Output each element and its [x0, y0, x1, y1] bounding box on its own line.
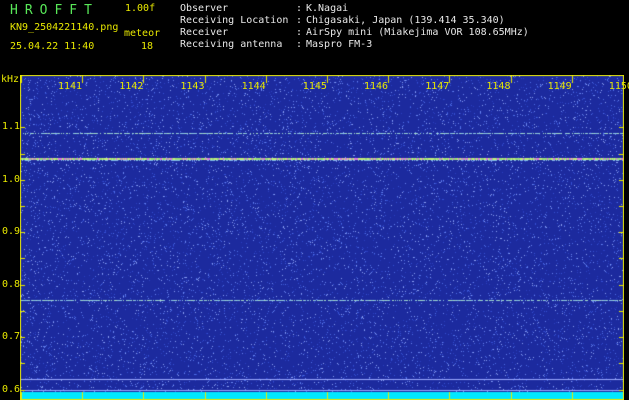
x-tick-label: 1145 — [302, 81, 327, 92]
y-tick-label: 0.8 — [2, 278, 21, 290]
date-time: 25.04.22 11:40 — [10, 41, 95, 52]
x-tick-label: 1141 — [58, 81, 83, 92]
x-tick-label: 1148 — [486, 81, 511, 92]
x-tick-label: 1149 — [547, 81, 572, 92]
separator: : — [296, 27, 303, 38]
antenna-label: Receiving antenna — [180, 39, 283, 50]
x-tick-label: 1150 — [608, 81, 629, 92]
x-tick-label: 1144 — [241, 81, 266, 92]
x-tick-label: 1147 — [425, 81, 450, 92]
file-name: KN9_2504221140.png — [10, 22, 119, 33]
mode-label: meteor — [124, 28, 161, 39]
separator: : — [296, 3, 303, 14]
x-tick-label: 1142 — [119, 81, 144, 92]
y-axis-unit: kHz — [1, 74, 20, 85]
antenna-value: Maspro FM-3 — [306, 39, 373, 50]
x-tick-label: 1146 — [364, 81, 389, 92]
y-tick-label: 1.0 — [2, 173, 21, 185]
y-tick-label: 1.1 — [2, 121, 21, 133]
meteor-count: 18 — [141, 41, 154, 52]
separator: : — [296, 15, 303, 26]
location-value: Chigasaki, Japan (139.414 35.340) — [306, 15, 505, 26]
y-tick-label: 0.7 — [2, 331, 21, 343]
app-title: HROFFT — [10, 3, 99, 18]
location-label: Receiving Location — [180, 15, 289, 26]
header-panel: HROFFT 1.00f KN9_2504221140.png meteor 2… — [0, 0, 629, 73]
y-tick-label: 0.9 — [2, 226, 21, 238]
x-tick-label: 1143 — [180, 81, 205, 92]
observer-value: K.Nagai — [306, 3, 349, 14]
observer-label: Observer — [180, 3, 229, 14]
y-tick-label: 0.6 — [2, 383, 21, 395]
spectrogram-canvas — [20, 75, 624, 400]
version-label: 1.00f — [125, 3, 156, 14]
receiver-value: AirSpy mini (Miakejima VOR 108.65MHz) — [306, 27, 529, 38]
separator: : — [296, 39, 303, 50]
receiver-label: Receiver — [180, 27, 229, 38]
